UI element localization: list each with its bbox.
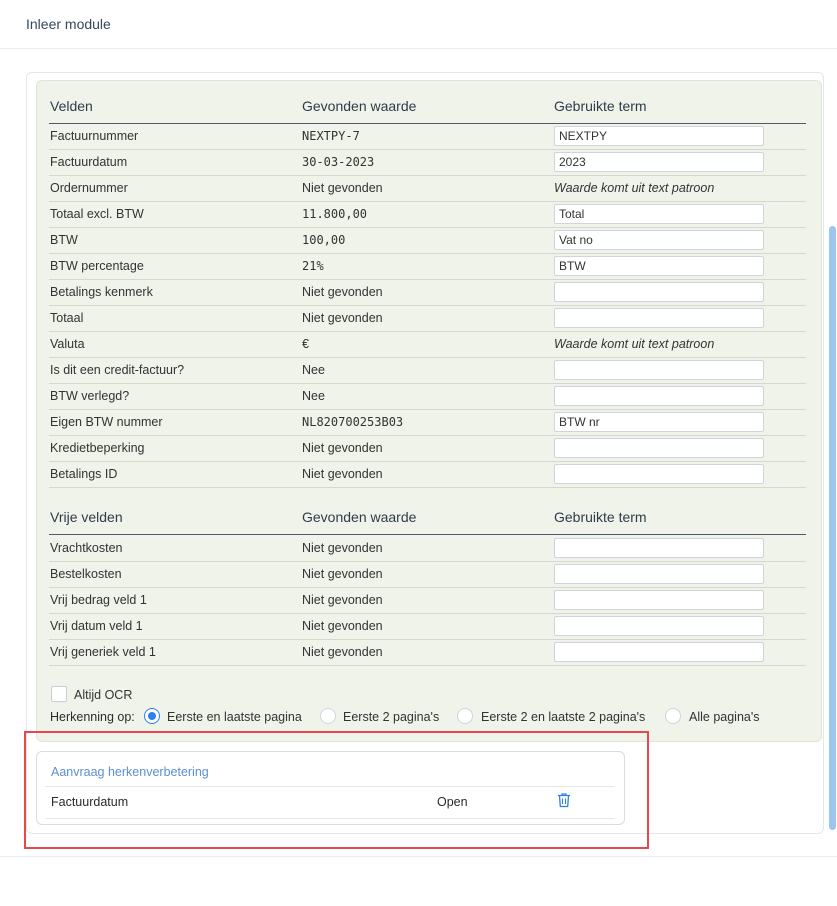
table-row: Vrij datum veld 1 Niet gevonden	[49, 613, 806, 640]
field-label: Vrij bedrag veld 1	[50, 593, 147, 607]
table-row: Bestelkosten Niet gevonden	[49, 561, 806, 588]
recognition-options: Herkenning op: Eerste en laatste pagina …	[50, 707, 810, 727]
term-input[interactable]: Total	[554, 204, 764, 224]
term-input[interactable]: 2023	[554, 152, 764, 172]
table-row: Factuurnummer NEXTPY-7 NEXTPY	[49, 123, 806, 150]
field-label: Factuurdatum	[50, 155, 128, 169]
field-label: BTW	[50, 233, 78, 247]
field-label: Ordernummer	[50, 181, 128, 195]
table-row: BTW verlegd? Nee	[49, 383, 806, 410]
found-value: Niet gevonden	[302, 541, 383, 555]
term-input[interactable]	[554, 308, 764, 328]
found-value: Niet gevonden	[302, 593, 383, 607]
term-input[interactable]: BTW nr	[554, 412, 764, 432]
table-row: Vrij generiek veld 1 Niet gevonden	[49, 639, 806, 666]
header-free-gebruikte-term: Gebruikte term	[554, 509, 647, 525]
term-input[interactable]	[554, 464, 764, 484]
radio-first-two-last-two-label[interactable]: Eerste 2 en laatste 2 pagina's	[481, 710, 645, 724]
field-label: BTW percentage	[50, 259, 144, 273]
found-value: Niet gevonden	[302, 311, 383, 325]
found-value: Niet gevonden	[302, 467, 383, 481]
radio-first-two[interactable]	[320, 708, 336, 724]
term-input[interactable]	[554, 538, 764, 558]
radio-first-last[interactable]	[144, 708, 160, 724]
found-value: Niet gevonden	[302, 619, 383, 633]
term-input[interactable]	[554, 616, 764, 636]
header-vrije-velden: Vrije velden	[50, 509, 123, 525]
found-value: Nee	[302, 389, 325, 403]
term-input[interactable]	[554, 590, 764, 610]
radio-all-pages-label[interactable]: Alle pagina's	[689, 710, 760, 724]
field-label: Valuta	[50, 337, 85, 351]
always-ocr-label: Altijd OCR	[74, 688, 133, 702]
found-value: €	[302, 337, 309, 351]
header-free-gevonden-waarde: Gevonden waarde	[302, 509, 417, 525]
recognition-label: Herkenning op:	[50, 710, 135, 724]
found-value: 30-03-2023	[302, 155, 375, 169]
table-row: Betalings kenmerk Niet gevonden	[49, 279, 806, 306]
radio-first-last-label[interactable]: Eerste en laatste pagina	[167, 710, 302, 724]
table-row: BTW 100,00 Vat no	[49, 227, 806, 254]
found-value: Niet gevonden	[302, 567, 383, 581]
field-label: Vrij datum veld 1	[50, 619, 143, 633]
field-label: Betalings kenmerk	[50, 285, 153, 299]
found-value: Niet gevonden	[302, 645, 383, 659]
radio-first-two-label[interactable]: Eerste 2 pagina's	[343, 710, 439, 724]
field-label: Totaal excl. BTW	[50, 207, 144, 221]
table-row: Ordernummer Niet gevonden Waarde komt uit …	[49, 175, 806, 202]
field-label: Kredietbeperking	[50, 441, 145, 455]
term-input[interactable]: BTW	[554, 256, 764, 276]
field-label: Betalings ID	[50, 467, 118, 481]
term-pattern-note: Waarde komt uit text patroon	[554, 337, 715, 351]
found-value: Niet gevonden	[302, 441, 383, 455]
field-label: BTW verlegd?	[50, 389, 130, 403]
term-input[interactable]	[554, 642, 764, 662]
found-value: NL820700253B03	[302, 415, 404, 429]
radio-first-two-last-two[interactable]	[457, 708, 473, 724]
field-label: Factuurnummer	[50, 129, 139, 143]
field-label: Vrij generiek veld 1	[50, 645, 156, 659]
field-label: Totaal	[50, 311, 84, 325]
field-label: Bestelkosten	[50, 567, 122, 581]
found-value: NEXTPY-7	[302, 129, 360, 143]
field-label: Vrachtkosten	[50, 541, 123, 555]
header-velden: Velden	[50, 98, 93, 114]
highlight-box	[24, 731, 649, 849]
term-input[interactable]	[554, 438, 764, 458]
table-row: Totaal excl. BTW 11.800,00 Total	[49, 201, 806, 228]
found-value: 100,00	[302, 233, 346, 247]
radio-all-pages[interactable]	[665, 708, 681, 724]
header-gevonden-waarde: Gevonden waarde	[302, 98, 417, 114]
table-row: Vrij bedrag veld 1 Niet gevonden	[49, 587, 806, 614]
found-value: Niet gevonden	[302, 181, 383, 195]
modal-header: Inleer module	[0, 0, 837, 49]
term-input[interactable]	[554, 564, 764, 584]
table-row: Is dit een credit-factuur? Nee	[49, 357, 806, 384]
term-pattern-note: Waarde komt uit text patroon	[554, 181, 715, 195]
modal-title: Inleer module	[26, 16, 111, 32]
field-label: Eigen BTW nummer	[50, 415, 163, 429]
found-value: Niet gevonden	[302, 285, 383, 299]
table-row: Betalings ID Niet gevonden	[49, 461, 806, 488]
table-row: BTW percentage 21% BTW	[49, 253, 806, 280]
table-row: Kredietbeperking Niet gevonden	[49, 435, 806, 462]
term-input[interactable]: NEXTPY	[554, 126, 764, 146]
term-input[interactable]	[554, 360, 764, 380]
field-label: Is dit een credit-factuur?	[50, 363, 185, 377]
term-input[interactable]	[554, 386, 764, 406]
footer-divider	[0, 856, 837, 857]
found-value: 21%	[302, 259, 324, 273]
table-row: Vrachtkosten Niet gevonden	[49, 535, 806, 562]
table-row: Eigen BTW nummer NL820700253B03 BTW nr	[49, 409, 806, 436]
always-ocr-checkbox[interactable]	[51, 686, 67, 702]
term-input[interactable]: Vat no	[554, 230, 764, 250]
scrollbar[interactable]	[829, 226, 836, 830]
header-gebruikte-term: Gebruikte term	[554, 98, 647, 114]
found-value: Nee	[302, 363, 325, 377]
found-value: 11.800,00	[302, 207, 368, 221]
term-input[interactable]	[554, 282, 764, 302]
table-row: Valuta € Waarde komt uit text patroon	[49, 331, 806, 358]
table-row: Totaal Niet gevonden	[49, 305, 806, 332]
table-row: Factuurdatum 30-03-2023 2023	[49, 149, 806, 176]
